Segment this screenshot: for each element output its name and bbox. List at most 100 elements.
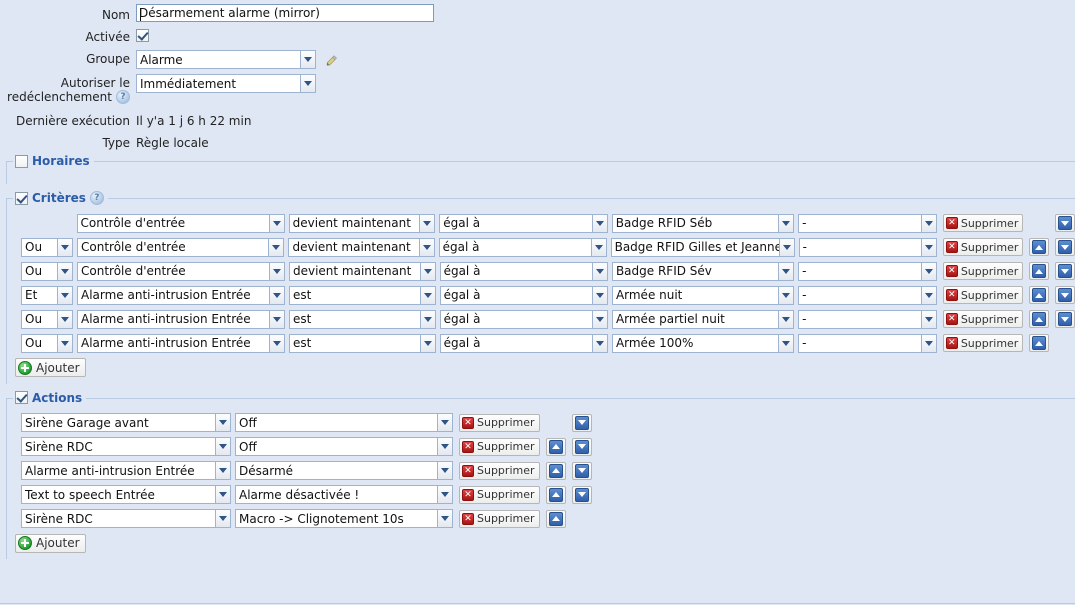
help-icon[interactable]: ? [89,191,104,205]
delete-button[interactable]: ✕ Supprimer [459,437,540,456]
criteria-device-select[interactable]: Alarme anti-intrusion Entrée [77,333,285,353]
help-icon[interactable]: ? [116,90,130,104]
chevron-down-icon [215,461,231,480]
criteria-device-select[interactable]: Alarme anti-intrusion Entrée [77,309,285,329]
criteria-device-select[interactable]: Contrôle d'entrée [77,261,285,281]
criteria-condition-select[interactable]: devient maintenant [288,261,436,281]
delete-button[interactable]: ✕ Supprimer [942,214,1024,232]
criteria-condition-select[interactable]: est [288,309,436,329]
retrigger-select[interactable]: Immédiatement [136,74,316,93]
group-label: Groupe [86,52,130,66]
criteria-operator-select[interactable]: Et [21,285,73,305]
move-up-button[interactable] [545,461,566,480]
criteria-value-select[interactable]: Badge RFID Gilles et Jeanne [610,237,795,257]
delete-button[interactable]: ✕ Supprimer [942,238,1024,256]
enabled-checkbox[interactable] [136,29,149,42]
criteria-operator-select[interactable]: Ou [21,309,73,329]
action-command-select[interactable]: Off [235,437,453,456]
criteria-legend-label: Critères [32,191,86,205]
criteria-comparator-select[interactable]: égal à [439,261,608,281]
move-down-button[interactable] [571,485,592,504]
move-down-button[interactable] [1055,214,1075,232]
move-up-button[interactable] [1029,238,1050,256]
delete-button-label: Supprimer [960,264,1019,278]
delete-button[interactable]: ✕ Supprimer [459,509,540,528]
criteria-device-select[interactable]: Contrôle d'entrée [76,213,285,233]
delete-button[interactable]: ✕ Supprimer [942,310,1024,328]
criteria-value-select[interactable]: Armée 100% [611,333,795,353]
criteria-condition-select[interactable]: devient maintenant [288,237,435,257]
action-device-select[interactable]: Sirène RDC [21,509,231,528]
action-command-select[interactable]: Macro -> Clignotement 10s [235,509,453,528]
move-down-button[interactable] [1055,310,1075,328]
move-down-button[interactable] [571,413,592,432]
move-up-button[interactable] [1029,286,1050,304]
criteria-comparator-select[interactable]: égal à [439,285,608,305]
criteria-comparator-select[interactable]: égal à [439,213,608,233]
action-command-select[interactable]: Désarmé [235,461,453,480]
criteria-extra-select[interactable]: - [798,333,937,353]
action-device-select[interactable]: Alarme anti-intrusion Entrée [21,461,231,480]
actions-add-button[interactable]: Ajouter [15,533,86,553]
move-up-button[interactable] [545,485,566,504]
criteria-condition-select[interactable]: est [288,285,436,305]
criteria-operator-select[interactable]: Ou [21,261,73,281]
delete-button[interactable]: ✕ Supprimer [459,485,540,504]
criteria-value-select[interactable]: Badge RFID Sév [611,261,795,281]
criteria-device-select[interactable]: Contrôle d'entrée [77,237,285,257]
criteria-checkbox[interactable] [15,191,28,205]
delete-button[interactable]: ✕ Supprimer [459,413,540,432]
criteria-extra-select[interactable]: - [798,285,937,305]
criteria-value-select[interactable]: Armée partiel nuit [611,309,795,329]
move-up-button[interactable] [545,437,566,456]
pencil-icon[interactable] [324,52,340,68]
move-up-button[interactable] [1029,310,1050,328]
actions-checkbox[interactable] [15,391,28,404]
criteria-value-select[interactable]: Armée nuit [611,285,795,305]
criteria-comparator-select[interactable]: égal à [439,333,608,353]
criteria-add-button[interactable]: Ajouter [15,358,86,377]
move-down-button[interactable] [571,437,592,456]
action-command-value: Alarme désactivée ! [235,485,437,504]
chevron-down-icon [57,333,73,353]
schedules-checkbox[interactable] [15,154,28,168]
criteria-extra-select[interactable]: - [798,237,937,257]
move-down-button[interactable] [1055,262,1075,280]
criteria-value-select[interactable]: Badge RFID Séb [611,213,795,233]
criteria-operator-select[interactable]: Ou [21,237,73,257]
chevron-down-icon [591,213,608,233]
criteria-device-select[interactable]: Alarme anti-intrusion Entrée [77,285,285,305]
move-down-button[interactable] [1055,286,1075,304]
action-device-select[interactable]: Text to speech Entrée [21,485,231,504]
name-input[interactable] [136,4,434,22]
chevron-down-icon [57,261,73,281]
criteria-comparator-select[interactable]: égal à [439,309,608,329]
criteria-condition-select[interactable]: devient maintenant [288,213,436,233]
criteria-operator-select[interactable]: Ou [21,333,73,353]
chevron-down-icon [778,237,795,257]
action-device-select[interactable]: Sirène Garage avant [21,413,231,432]
criteria-extra-select[interactable]: - [798,261,937,281]
delete-button[interactable]: ✕ Supprimer [459,461,540,480]
criteria-extra-select[interactable]: - [798,213,937,233]
criteria-comparator-select[interactable]: égal à [438,237,607,257]
action-device-value: Text to speech Entrée [21,485,215,504]
group-select[interactable]: Alarme [136,50,316,69]
move-up-button[interactable] [1029,334,1050,352]
enabled-label: Activée [85,30,130,44]
action-command-select[interactable]: Off [235,413,453,432]
criteria-operator-value: Ou [21,333,57,353]
action-command-select[interactable]: Alarme désactivée ! [235,485,453,504]
delete-button[interactable]: ✕ Supprimer [942,334,1024,352]
delete-icon: ✕ [945,337,958,349]
action-device-select[interactable]: Sirène RDC [21,437,231,456]
delete-button-label: Supprimer [960,240,1019,254]
criteria-condition-select[interactable]: est [288,333,436,353]
move-down-button[interactable] [571,461,592,480]
delete-button[interactable]: ✕ Supprimer [942,286,1024,304]
delete-button[interactable]: ✕ Supprimer [942,262,1024,280]
move-up-button[interactable] [1029,262,1050,280]
move-down-button[interactable] [1055,238,1075,256]
move-up-button[interactable] [545,509,566,528]
criteria-extra-select[interactable]: - [798,309,937,329]
